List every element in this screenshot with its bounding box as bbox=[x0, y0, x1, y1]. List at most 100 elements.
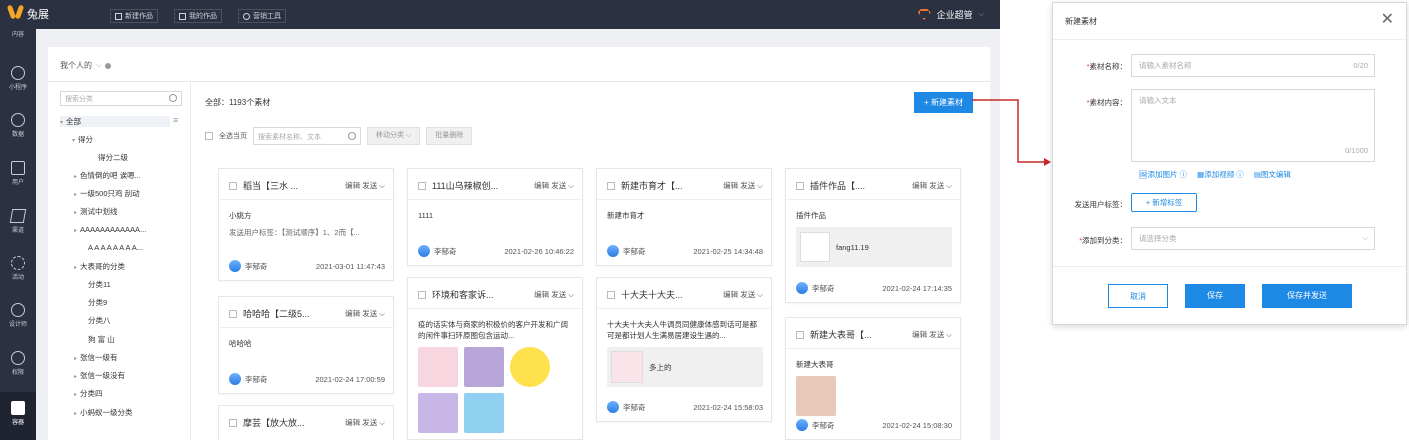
sidebar-item-miniapp[interactable]: 小程序 bbox=[0, 66, 36, 91]
card-checkbox[interactable] bbox=[607, 290, 615, 299]
material-content-textarea[interactable]: 请输入文本 0/1000 bbox=[1131, 89, 1375, 162]
link-preview[interactable]: 多上的 bbox=[607, 347, 763, 387]
card-checkbox[interactable] bbox=[229, 309, 237, 318]
sidebar-item-activity[interactable]: 活动 bbox=[0, 256, 36, 281]
link-preview[interactable]: fang11.19 bbox=[796, 227, 952, 267]
tree-node[interactable]: ▸ 小蚂蚁一级分类 bbox=[74, 407, 133, 418]
tree-node[interactable]: ▸ 张信一级有 bbox=[74, 352, 118, 363]
tree-search-input[interactable]: 搜索分类 bbox=[60, 91, 182, 106]
add-image-link[interactable]: 🖼添加图片 ⓘ bbox=[1138, 169, 1187, 180]
sidebar-item-content[interactable]: 内容 bbox=[0, 29, 36, 38]
tree-node[interactable]: 狗 富 山 bbox=[88, 334, 115, 345]
caret-right-icon: ▸ bbox=[74, 392, 78, 398]
caret-down-icon: ▾ bbox=[60, 120, 64, 126]
tree-node[interactable]: ▸ 分类四 bbox=[74, 388, 103, 399]
card-checkbox[interactable] bbox=[418, 181, 426, 190]
sidebar-item-channel[interactable]: 渠道 bbox=[0, 209, 36, 234]
card-actions[interactable]: 编辑 发送 ⌵ bbox=[534, 180, 574, 191]
tree-node[interactable]: A A A A A A A A... bbox=[88, 243, 143, 252]
material-card[interactable]: 哈哈哈【二级5... 编辑 发送 ⌵ 哈哈哈 李郁奇 2021-02-24 17:0… bbox=[218, 296, 394, 394]
sidebar-item-label: 渠道 bbox=[11, 228, 24, 234]
card-title: 新建大表哥【... bbox=[810, 330, 872, 340]
tree-node[interactable]: ▸ 色情倒的吧 诶嗯... bbox=[74, 170, 141, 181]
refresh-icon bbox=[11, 256, 25, 270]
image-thumbnail[interactable] bbox=[418, 347, 458, 387]
image-thumbnail[interactable] bbox=[464, 347, 504, 387]
sidebar-item-user[interactable]: 用户 bbox=[0, 161, 36, 186]
card-actions[interactable]: 编辑 发送 ⌵ bbox=[723, 289, 763, 300]
card-time: 2021-02-24 15:58:03 bbox=[693, 402, 763, 412]
card-actions[interactable]: 编辑 发送 ⌵ bbox=[345, 180, 385, 191]
breadcrumb[interactable]: 我个人的 ⌵ bbox=[60, 60, 112, 71]
card-actions[interactable]: 编辑 发送 ⌵ bbox=[534, 289, 574, 300]
material-card[interactable]: 十大夫十大夫... 编辑 发送 ⌵ 十大夫十大夫人牛调员同健康体感到话可是都可是都… bbox=[596, 277, 772, 422]
card-text: 哈哈哈 bbox=[229, 339, 252, 348]
pie-chart-icon bbox=[11, 113, 25, 127]
card-actions[interactable]: 编辑 发送 ⌵ bbox=[345, 417, 385, 428]
cancel-button[interactable]: 取消 bbox=[1108, 284, 1168, 308]
material-card[interactable]: 插件作品【.... 编辑 发送 ⌵ 插件作品 fang11.19 李郁奇 2021-… bbox=[785, 168, 961, 303]
tree-node[interactable]: 分类八 bbox=[88, 315, 111, 326]
card-checkbox[interactable] bbox=[607, 181, 615, 190]
card-title: 新建市育才【... bbox=[621, 181, 683, 191]
card-checkbox[interactable] bbox=[229, 418, 237, 427]
tree-node[interactable]: ▾ 全部 bbox=[60, 116, 170, 127]
sidebar-item-permission[interactable]: 权限 bbox=[0, 351, 36, 376]
caret-right-icon: ▸ bbox=[74, 174, 78, 180]
card-actions[interactable]: 编辑 发送 ⌵ bbox=[912, 180, 952, 191]
card-actions[interactable]: 编辑 发送 ⌵ bbox=[723, 180, 763, 191]
material-card[interactable]: 新建大表哥【... 编辑 发送 ⌵ 新建大表哥 李郁奇 2021-02-24 15:… bbox=[785, 317, 961, 440]
sidebar-item-data[interactable]: 数据 bbox=[0, 113, 36, 138]
card-checkbox[interactable] bbox=[796, 181, 804, 190]
tree-node[interactable]: ▸ 测试中划线 bbox=[74, 206, 118, 217]
move-category-button[interactable]: 移动分类 ⌵ bbox=[367, 127, 421, 145]
enterprise-menu[interactable]: 企业超管 ⌵ bbox=[917, 8, 984, 21]
topnav-marketing[interactable]: 营销工具 bbox=[238, 9, 286, 23]
tree-node[interactable]: ▸ 张信一级没有 bbox=[74, 370, 125, 381]
image-thumbnail[interactable] bbox=[418, 393, 458, 433]
topnav-my-works[interactable]: 我的作品 bbox=[174, 9, 222, 23]
tree-node[interactable]: ▸ 大表哥的分类 bbox=[74, 261, 125, 272]
save-and-send-button[interactable]: 保存并发送 bbox=[1262, 284, 1352, 308]
name-counter: 0/20 bbox=[1353, 61, 1368, 70]
new-material-button[interactable]: + 新建素材 bbox=[914, 92, 973, 113]
card-checkbox[interactable] bbox=[229, 181, 237, 190]
select-all-checkbox[interactable] bbox=[205, 132, 213, 140]
logo[interactable]: 兔展 bbox=[8, 5, 49, 23]
card-actions[interactable]: 编辑 发送 ⌵ bbox=[912, 329, 952, 340]
card-checkbox[interactable] bbox=[418, 290, 426, 299]
batch-delete-button[interactable]: 批量删除 bbox=[426, 127, 473, 145]
article-edit-link[interactable]: ▤图文编辑 bbox=[1254, 169, 1291, 180]
tree-node[interactable]: 得分二级 bbox=[98, 152, 128, 163]
save-button[interactable]: 保存 bbox=[1185, 284, 1245, 308]
tree-node[interactable]: 分类11 bbox=[88, 279, 111, 290]
sidebar-item-designer[interactable]: 设计师 bbox=[0, 303, 36, 328]
add-tag-button[interactable]: + 新增标签 bbox=[1131, 193, 1197, 212]
card-actions[interactable]: 编辑 发送 ⌵ bbox=[345, 308, 385, 319]
image-thumbnail[interactable] bbox=[796, 376, 836, 416]
topnav-new-work[interactable]: 新建作品 bbox=[110, 9, 158, 23]
tree-node[interactable]: 分类9 bbox=[88, 297, 107, 308]
tree-node[interactable]: ▾ 得分 bbox=[72, 134, 93, 145]
category-select[interactable]: 请选择分类 ⌵ bbox=[1131, 227, 1375, 250]
material-name-input[interactable]: 请输入素材名称 0/20 bbox=[1131, 54, 1375, 77]
material-card[interactable]: 新建市育才【... 编辑 发送 ⌵ 新建市育才 李郁奇 2021-02-25 14:… bbox=[596, 168, 772, 266]
material-card[interactable]: 摩芸【放大放... 编辑 发送 ⌵ bbox=[218, 405, 394, 440]
plus-square-icon bbox=[115, 12, 122, 20]
avatar bbox=[229, 373, 241, 385]
image-thumbnail[interactable] bbox=[510, 347, 550, 387]
add-video-link[interactable]: ▦添加视频 ⓘ bbox=[1197, 169, 1244, 180]
sidebar-item-container[interactable]: 容器 bbox=[0, 392, 36, 440]
image-thumbnail[interactable] bbox=[464, 393, 504, 433]
card-text: 疫的话实体与商家的积极价的客户开发和广阔的闲件事扫环原图包含运动... bbox=[418, 320, 568, 340]
material-card[interactable]: 111山乌辣椒创... 编辑 发送 ⌵ 1111 李郁奇 2021-02-26 10… bbox=[407, 168, 583, 266]
menu-icon[interactable]: ≡ bbox=[173, 115, 178, 125]
tree-node[interactable]: ▸ AAAAAAAAAAAA... bbox=[74, 225, 146, 234]
material-search-input[interactable]: 搜索素材名称、文本 bbox=[253, 127, 361, 145]
material-card[interactable]: 稻当【三水 ... 编辑 发送 ⌵ 小姚方 发送用户标签：【测试顺序】1、2而【..… bbox=[218, 168, 394, 281]
card-checkbox[interactable] bbox=[796, 330, 804, 339]
material-card[interactable]: 环境和客家诉... 编辑 发送 ⌵ 疫的话实体与商家的积极价的客户开发和广阔的闲件… bbox=[407, 277, 583, 440]
tree-node[interactable]: ▸ 一级500只鸡 刮动 bbox=[74, 188, 140, 199]
card-text: 小姚方 bbox=[229, 211, 252, 220]
close-icon[interactable]: ✕ bbox=[1381, 9, 1394, 29]
